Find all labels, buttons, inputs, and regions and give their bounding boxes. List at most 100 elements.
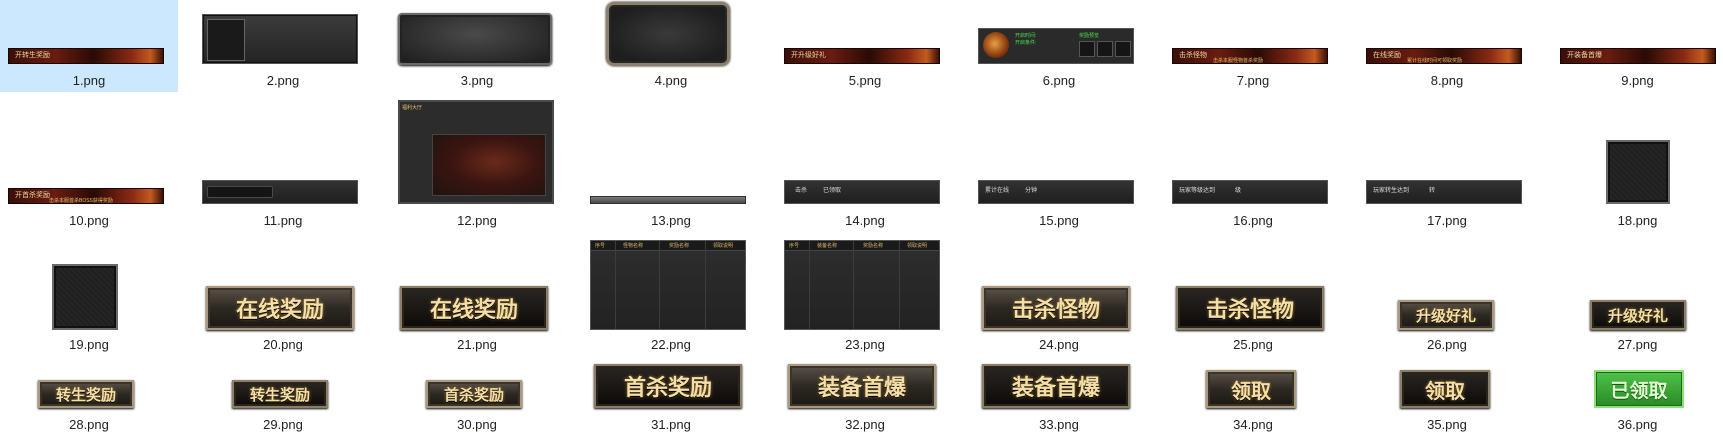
button-text: 首杀奖励	[443, 385, 504, 404]
thumbnail-strip	[590, 196, 746, 204]
file-name: 19.png	[69, 337, 109, 352]
file-tile[interactable]: 升级好礼 26.png	[1358, 236, 1536, 354]
file-name: 7.png	[1236, 73, 1270, 88]
table-header-cell: 领取说明	[713, 243, 734, 249]
file-tile[interactable]: 序号 装备名称 奖励名称 领取说明 23.png	[776, 236, 954, 354]
file-tile[interactable]: 击杀 已领取 14.png	[776, 96, 954, 232]
thumbnail-button: 升级好礼	[1398, 300, 1494, 330]
file-tile[interactable]: 首杀奖励 31.png	[582, 356, 760, 440]
thumbnail-bar: 玩家等级达到 级	[1172, 180, 1328, 204]
file-name: 2.png	[266, 73, 300, 88]
bar-label: 分钟	[1025, 188, 1038, 194]
file-name: 34.png	[1233, 417, 1273, 432]
file-name: 13.png	[651, 213, 691, 228]
file-tile[interactable]: 领取 34.png	[1164, 356, 1342, 440]
file-tile[interactable]: 击杀怪物 击杀本服怪物首杀奖励 7.png	[1164, 0, 1342, 92]
item-slot	[1097, 41, 1113, 57]
file-tile[interactable]: 开首杀奖励 击杀本服首杀BOSS获得奖励 10.png	[0, 96, 178, 232]
table-header-cell: 怪物名称	[623, 243, 644, 249]
file-tile[interactable]: 3.png	[388, 0, 566, 92]
thumbnail-button: 击杀怪物	[982, 286, 1130, 330]
file-name: 21.png	[457, 337, 497, 352]
file-tile[interactable]: 18.png	[1552, 96, 1723, 232]
file-tile[interactable]: 玩家转生达到 转 17.png	[1358, 96, 1536, 232]
file-tile[interactable]: 击杀怪物 24.png	[970, 236, 1148, 354]
file-tile[interactable]: 序号 怪物名称 奖励名称 领取说明 22.png	[582, 236, 760, 354]
file-tile[interactable]: 19.png	[0, 236, 178, 354]
thumbnail-button: 首杀奖励	[426, 380, 522, 408]
banner-title: 开升级好礼	[791, 52, 826, 59]
file-name: 6.png	[1042, 73, 1076, 88]
file-tile[interactable]: 2.png	[194, 0, 372, 92]
file-tile[interactable]: 转生奖励 28.png	[0, 356, 178, 440]
thumbnail-info-panel: 开启时间: 开启条件: 奖励预览	[978, 28, 1134, 64]
thumbnail-square	[1606, 140, 1670, 204]
file-name: 33.png	[1039, 417, 1079, 432]
table-header-cell: 领取说明	[907, 243, 928, 249]
file-tile[interactable]: 升级好礼 27.png	[1552, 236, 1723, 354]
button-text: 击杀怪物	[1205, 297, 1294, 323]
file-name: 31.png	[651, 417, 691, 432]
file-tile[interactable]: 11.png	[194, 96, 372, 232]
file-tile[interactable]: 开启时间: 开启条件: 奖励预览 6.png	[970, 0, 1148, 92]
bar-label: 击杀	[795, 188, 808, 194]
banner-title: 开装备首爆	[1567, 52, 1602, 59]
file-tile[interactable]: 开装备首爆 9.png	[1552, 0, 1723, 92]
file-name: 3.png	[460, 73, 494, 88]
thumbnail-button: 在线奖励	[206, 286, 354, 330]
file-name: 30.png	[457, 417, 497, 432]
file-name: 11.png	[263, 213, 303, 228]
button-text: 装备首爆	[817, 375, 906, 401]
file-name: 8.png	[1430, 73, 1464, 88]
file-tile[interactable]: 开转生奖励 1.png	[0, 0, 178, 92]
file-tile[interactable]: 已领取 36.png	[1552, 356, 1723, 440]
file-tile[interactable]: 13.png	[582, 96, 760, 232]
banner-subtitle: 累计在线时间可领取奖励	[1407, 58, 1463, 64]
file-tile[interactable]: 玩家等级达到 级 16.png	[1164, 96, 1342, 232]
thumbnail-button: 装备首爆	[982, 364, 1130, 408]
thumbnail-button: 击杀怪物	[1176, 286, 1324, 330]
file-name: 5.png	[848, 73, 882, 88]
thumbnail-button: 已领取	[1594, 370, 1684, 408]
file-tile[interactable]: 转生奖励 29.png	[194, 356, 372, 440]
file-tile[interactable]: 累计在线 分钟 15.png	[970, 96, 1148, 232]
file-tile[interactable]: 在线奖励 20.png	[194, 236, 372, 354]
button-text: 首杀奖励	[623, 375, 712, 401]
thumbnail-square	[52, 264, 118, 330]
table-header-cell: 序号	[789, 243, 800, 249]
panel-line: 奖励预览	[1079, 33, 1100, 39]
thumbnail-button: 领取	[1400, 370, 1490, 408]
file-tile[interactable]: 首杀奖励 30.png	[388, 356, 566, 440]
thumbnail-button: 在线奖励	[400, 286, 548, 330]
thumbnail-table: 序号 怪物名称 奖励名称 领取说明	[590, 240, 746, 330]
file-tile[interactable]: 福利大厅 12.png	[388, 96, 566, 232]
file-tile[interactable]: 在线奖励 累计在线时间可领取奖励 8.png	[1358, 0, 1536, 92]
file-name: 25.png	[1233, 337, 1273, 352]
table-header-cell: 序号	[595, 243, 606, 249]
file-name: 14.png	[845, 213, 885, 228]
thumbnail-bar: 累计在线 分钟	[978, 180, 1134, 204]
file-name: 10.png	[69, 213, 109, 228]
thumbnail-button: 转生奖励	[232, 380, 328, 408]
button-text: 在线奖励	[429, 297, 518, 323]
file-tile[interactable]: 4.png	[582, 0, 760, 92]
file-name: 32.png	[845, 417, 885, 432]
thumbnail-button: 领取	[1206, 370, 1296, 408]
file-tile[interactable]: 在线奖励 21.png	[388, 236, 566, 354]
file-name: 28.png	[69, 417, 109, 432]
file-name: 16.png	[1233, 213, 1273, 228]
thumbnail-ornate-frame	[606, 2, 730, 66]
thumbnail-table: 序号 装备名称 奖励名称 领取说明	[784, 240, 940, 330]
panel-line: 开启时间:	[1015, 33, 1037, 39]
file-tile[interactable]: 击杀怪物 25.png	[1164, 236, 1342, 354]
button-text: 装备首爆	[1011, 375, 1100, 401]
table-header-cell: 奖励名称	[669, 243, 690, 249]
file-tile[interactable]: 装备首爆 33.png	[970, 356, 1148, 440]
button-text: 击杀怪物	[1011, 297, 1100, 323]
bar-label: 累计在线	[985, 188, 1010, 194]
file-tile[interactable]: 装备首爆 32.png	[776, 356, 954, 440]
thumbnail-banner: 击杀怪物 击杀本服怪物首杀奖励	[1172, 48, 1328, 64]
file-tile[interactable]: 领取 35.png	[1358, 356, 1536, 440]
file-tile[interactable]: 开升级好礼 5.png	[776, 0, 954, 92]
thumbnail-stone-panel	[398, 13, 552, 65]
